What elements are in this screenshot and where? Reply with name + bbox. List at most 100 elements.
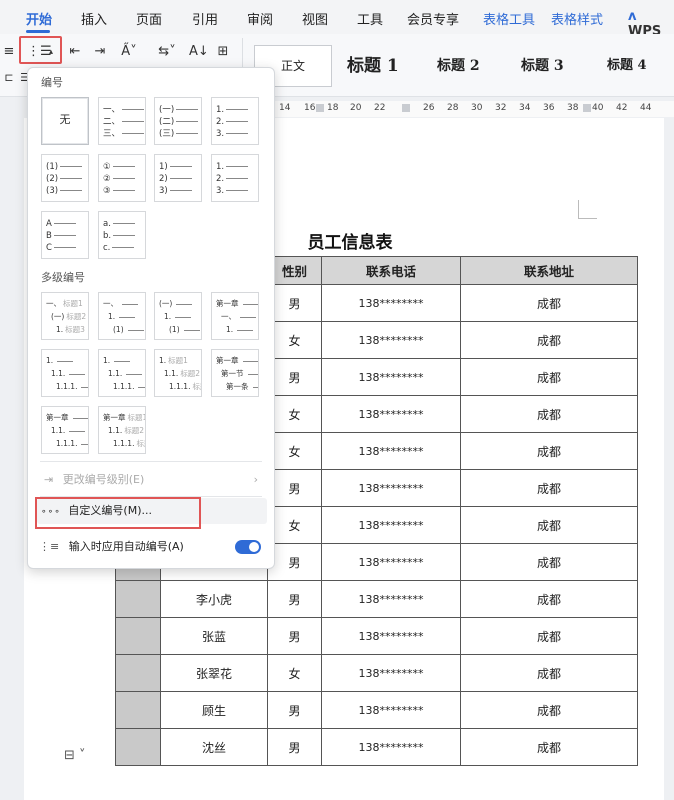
table-row[interactable]: 沈丝男 138******** 成都 [115, 728, 638, 766]
multilevel-style-tile[interactable]: 1. 1.1. 1.1.1. [98, 349, 146, 397]
tab-insert[interactable]: 插入 [81, 9, 107, 28]
ruler-marker[interactable] [316, 104, 324, 112]
address-cell[interactable]: 成都 [460, 321, 638, 359]
row-index-cell[interactable] [115, 654, 161, 692]
numbering-none-tile[interactable]: 无 [41, 97, 89, 145]
sort-icon[interactable]: A↓ [189, 44, 209, 60]
multilevel-style-tile[interactable]: 一、 标题1 (一) 标题2 1. 标题3 [41, 292, 89, 340]
sex-cell[interactable]: 女 [267, 432, 322, 470]
address-cell[interactable]: 成都 [460, 395, 638, 433]
style-heading-4[interactable]: 标题 4 [606, 45, 648, 87]
row-index-cell[interactable] [115, 728, 161, 766]
address-cell[interactable]: 成都 [460, 432, 638, 470]
tab-member[interactable]: 会员专享 [407, 9, 459, 28]
numbering-style-tile[interactable]: ABC [41, 211, 89, 259]
address-cell[interactable]: 成都 [460, 543, 638, 581]
char-spacing-icon[interactable]: A̋˅ [117, 44, 141, 60]
numbering-style-tile[interactable]: 1. 2. 3. [211, 97, 259, 145]
row-index-cell[interactable] [115, 691, 161, 729]
multilevel-style-tile[interactable]: 1.标题11.1.标题21.1.1.标题3 [154, 349, 202, 397]
row-index-cell[interactable] [115, 580, 161, 618]
table-row[interactable]: 张翠花女 138******** 成都 [115, 654, 638, 692]
table-options-icon[interactable]: ⊟ ˅ [64, 748, 86, 763]
sex-cell[interactable]: 男 [267, 469, 322, 507]
address-cell[interactable]: 成都 [460, 691, 638, 729]
address-cell[interactable]: 成都 [460, 469, 638, 507]
phone-cell[interactable]: 138******** [321, 543, 461, 581]
table-row[interactable]: 李小虎男 138******** 成都 [115, 580, 638, 618]
style-heading-1[interactable]: 标题 1 [346, 45, 400, 87]
phone-cell[interactable]: 138******** [321, 580, 461, 618]
style-heading-2[interactable]: 标题 2 [436, 45, 481, 87]
multilevel-style-tile[interactable]: (一) 1. (1) [154, 292, 202, 340]
phone-cell[interactable]: 138******** [321, 691, 461, 729]
sex-cell[interactable]: 女 [267, 395, 322, 433]
phone-cell[interactable]: 138******** [321, 284, 461, 322]
tab-reference[interactable]: 引用 [192, 9, 218, 28]
numbering-style-tile[interactable]: (一) (二) (三) [154, 97, 202, 145]
phone-cell[interactable]: 138******** [321, 395, 461, 433]
address-cell[interactable]: 成都 [460, 506, 638, 544]
tab-table-style[interactable]: 表格样式 [551, 9, 603, 28]
phone-cell[interactable]: 138******** [321, 469, 461, 507]
sex-cell[interactable]: 男 [267, 691, 322, 729]
phone-cell[interactable]: 138******** [321, 358, 461, 396]
name-cell[interactable]: 顾生 [160, 691, 268, 729]
sex-cell[interactable]: 男 [267, 728, 322, 766]
text-direction-icon[interactable]: ⇆˅ [155, 44, 179, 60]
numbering-style-tile[interactable]: a. b. c. [98, 211, 146, 259]
sex-cell[interactable]: 男 [267, 617, 322, 655]
multilevel-style-tile[interactable]: 一、 1. (1) [98, 292, 146, 340]
numbering-style-tile[interactable]: (1) (2) (3) [41, 154, 89, 202]
table-row[interactable]: 张蓝男 138******** 成都 [115, 617, 638, 655]
numbering-style-tile[interactable]: 1. 2. 3. [211, 154, 259, 202]
name-cell[interactable]: 张翠花 [160, 654, 268, 692]
address-cell[interactable]: 成都 [460, 284, 638, 322]
tab-home[interactable]: 开始 [26, 9, 52, 28]
multilevel-style-tile[interactable]: 第一章 1.1. 1.1.1. [41, 406, 89, 454]
tab-view[interactable]: 视图 [302, 9, 328, 28]
tab-tools[interactable]: 工具 [357, 9, 383, 28]
phone-cell[interactable]: 138******** [321, 506, 461, 544]
address-cell[interactable]: 成都 [460, 728, 638, 766]
address-cell[interactable]: 成都 [460, 654, 638, 692]
tab-page[interactable]: 页面 [136, 9, 162, 28]
auto-numbering-toggle[interactable] [235, 540, 261, 554]
phone-cell[interactable]: 138******** [321, 654, 461, 692]
multilevel-style-tile[interactable]: 第一章 一、 1. [211, 292, 259, 340]
show-marks-icon[interactable]: ⊞ [214, 44, 232, 60]
address-cell[interactable]: 成都 [460, 580, 638, 618]
multilevel-style-tile[interactable]: 第一章 第一节 第一条 [211, 349, 259, 397]
increase-indent-icon[interactable]: ⇥ [91, 44, 109, 60]
name-cell[interactable]: 张蓝 [160, 617, 268, 655]
numbering-style-tile[interactable]: 一、 二、 三、 [98, 97, 146, 145]
phone-cell[interactable]: 138******** [321, 728, 461, 766]
multilevel-style-tile[interactable]: 第一章标题11.1.标题21.1.1.标题3 [98, 406, 146, 454]
sex-cell[interactable]: 男 [267, 580, 322, 618]
name-cell[interactable]: 李小虎 [160, 580, 268, 618]
address-cell[interactable]: 成都 [460, 358, 638, 396]
table-row[interactable]: 顾生男 138******** 成都 [115, 691, 638, 729]
numbering-style-tile[interactable]: 1) 2) 3) [154, 154, 202, 202]
phone-cell[interactable]: 138******** [321, 321, 461, 359]
sex-cell[interactable]: 女 [267, 654, 322, 692]
decrease-indent-icon[interactable]: ⇤ [66, 44, 84, 60]
name-cell[interactable]: 沈丝 [160, 728, 268, 766]
sex-cell[interactable]: 男 [267, 358, 322, 396]
numbering-style-tile[interactable]: ①②③ [98, 154, 146, 202]
ruler-marker[interactable] [583, 104, 591, 112]
phone-cell[interactable]: 138******** [321, 617, 461, 655]
auto-numbering-item[interactable]: ⋮≡ 输入时应用自动编号(A) [37, 534, 267, 560]
ruler-marker[interactable] [402, 104, 410, 112]
tab-table-tools[interactable]: 表格工具 [483, 9, 535, 28]
row-index-cell[interactable] [115, 617, 161, 655]
phone-cell[interactable]: 138******** [321, 432, 461, 470]
tab-review[interactable]: 审阅 [247, 9, 273, 28]
list-style-icon[interactable]: ≡ [0, 44, 18, 60]
sex-cell[interactable]: 女 [267, 321, 322, 359]
multilevel-style-tile[interactable]: 1. 1.1. 1.1.1. [41, 349, 89, 397]
sex-cell[interactable]: 男 [267, 284, 322, 322]
sex-cell[interactable]: 男 [267, 543, 322, 581]
style-heading-3[interactable]: 标题 3 [520, 45, 565, 87]
sex-cell[interactable]: 女 [267, 506, 322, 544]
